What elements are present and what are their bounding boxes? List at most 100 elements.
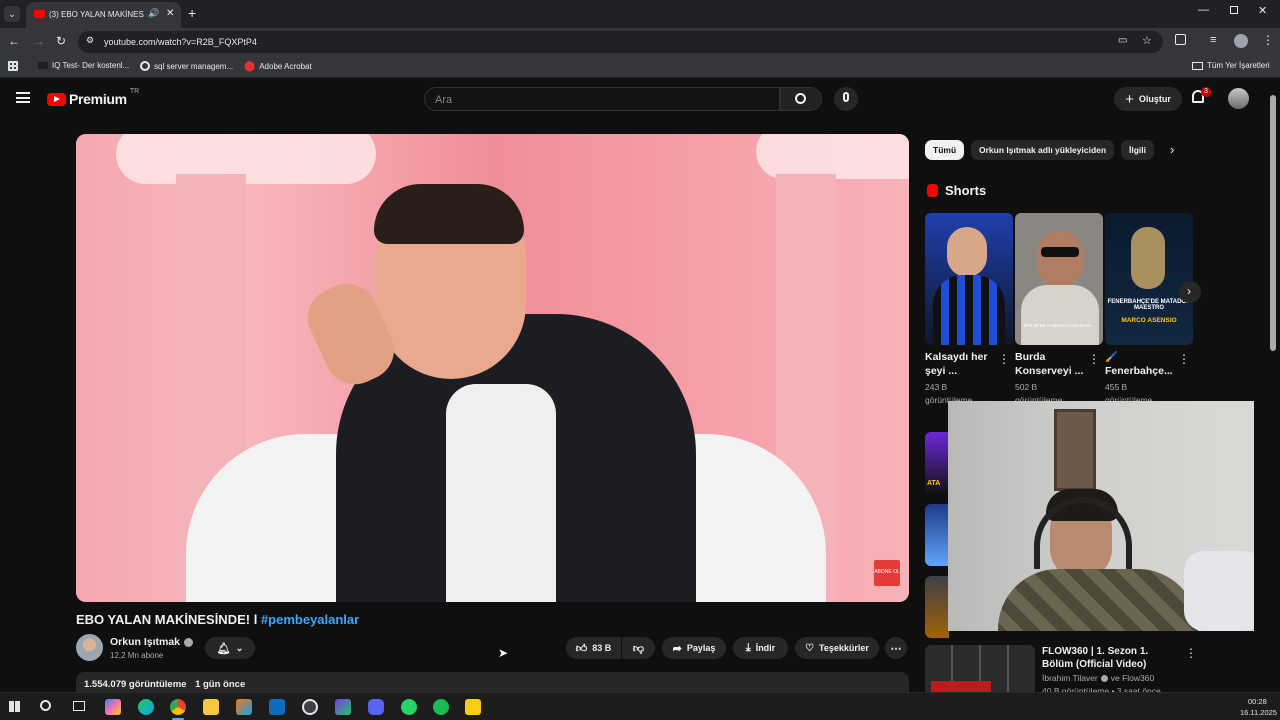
create-label: Oluştur <box>1138 94 1171 104</box>
watermark-label: ABONE OL <box>874 569 900 575</box>
chrome-icon[interactable] <box>170 699 186 715</box>
youtube-logo[interactable]: Premium TR <box>47 88 139 107</box>
short-thumbnail[interactable]: BAK 87'DE KABURGA DOLMASI... <box>1015 213 1103 345</box>
notes-icon[interactable] <box>465 699 481 715</box>
speaker-icon[interactable]: 🔊 <box>148 8 159 19</box>
store-icon[interactable] <box>236 699 252 715</box>
edge-icon[interactable] <box>138 699 154 715</box>
short-thumbnail[interactable]: FENERBAHÇE'DE MATADOR MAESTRO MARCO ASEN… <box>1105 213 1193 345</box>
browser-tab[interactable]: (3) EBO YALAN MAKİNESİNDE 🔊 ✕ <box>26 2 181 28</box>
dislike-button[interactable]: 👎︎ <box>622 637 655 659</box>
chrome-menu-icon[interactable]: ⋮ <box>1262 33 1274 47</box>
new-tab-button[interactable]: + <box>188 5 196 21</box>
channel-name[interactable]: Orkun Işıtmak <box>110 636 194 648</box>
extensions-icon[interactable] <box>1175 34 1186 45</box>
all-bookmarks[interactable]: Tüm Yer İşaretleri <box>1192 61 1270 70</box>
outlook-icon[interactable] <box>269 699 285 715</box>
rec-thumbnail[interactable]: ATA <box>925 432 949 494</box>
reload-icon[interactable]: ↻ <box>56 34 66 48</box>
media-control-icon[interactable]: ≡ <box>1210 34 1216 46</box>
all-bookmarks-label: Tüm Yer İşaretleri <box>1207 61 1270 70</box>
apps-grid-icon[interactable] <box>8 61 18 71</box>
spotify-icon[interactable] <box>433 699 449 715</box>
chevron-right-icon[interactable]: › <box>1170 142 1174 157</box>
verified-icon <box>1100 674 1108 682</box>
cast-icon[interactable]: ▭ <box>1118 35 1127 46</box>
account-avatar[interactable] <box>1228 88 1249 109</box>
whatsapp-icon[interactable] <box>401 699 417 715</box>
short-menu-icon[interactable]: ⋮ <box>1178 353 1190 365</box>
short-title[interactable]: Burda Konserveyi ... <box>1015 350 1085 378</box>
hashtag-link[interactable]: #pembeyalanlar <box>261 612 359 627</box>
search-icon[interactable] <box>40 700 51 711</box>
chip-all[interactable]: Tümü <box>925 140 965 160</box>
chip-from-uploader[interactable]: Orkun Işıtmak adlı yükleyiciden <box>971 140 1115 160</box>
video-player[interactable]: ABONE OL <box>76 134 909 602</box>
discord-icon[interactable] <box>368 699 384 715</box>
bookmark-item[interactable]: sql server managem... <box>140 61 233 71</box>
download-icon: ⤓ <box>745 641 751 654</box>
profile-avatar[interactable] <box>1234 34 1248 48</box>
rec-video-title[interactable]: FLOW360 | 1. Sezon 1. Bölüm (Official Vi… <box>1042 645 1172 671</box>
subscribed-button[interactable]: 🔔︎ ⌄ <box>205 637 255 659</box>
teams-icon[interactable] <box>335 699 351 715</box>
chevron-right-icon: › <box>1187 284 1191 298</box>
short-caption: MARCO ASENSIO <box>1121 317 1177 324</box>
back-icon[interactable]: ← <box>8 34 20 48</box>
file-explorer-icon[interactable] <box>203 699 219 715</box>
search-button[interactable] <box>780 87 822 111</box>
notifications-button[interactable]: 3 <box>1192 87 1211 103</box>
url-bar[interactable]: ⚙ youtube.com/watch?v=R2B_FQXPtP4 ▭ ☆ <box>78 31 1163 53</box>
forward-icon[interactable]: → <box>33 34 45 48</box>
chip-related[interactable]: İlgili <box>1121 140 1154 160</box>
tab-search-button[interactable]: ⌄ <box>4 6 20 22</box>
short-menu-icon[interactable]: ⋮ <box>1088 353 1100 365</box>
bookmark-label: Adobe Acrobat <box>259 62 312 71</box>
search-input[interactable]: Ara <box>424 87 780 111</box>
share-button[interactable]: ➦ Paylaş <box>662 637 726 659</box>
bookmark-star-icon[interactable]: ☆ <box>1142 34 1152 47</box>
task-view-icon[interactable] <box>73 701 85 711</box>
more-actions-button[interactable]: ⋯ <box>885 637 907 659</box>
rec-channel[interactable]: İbrahim Tilaver ve Flow360 <box>1042 673 1154 683</box>
short-view-count: 243 B <box>925 382 948 392</box>
short-menu-icon[interactable]: ⋮ <box>998 353 1010 365</box>
short-title[interactable]: 🖌️ Fenerbahçe... <box>1105 350 1175 378</box>
share-label: Paylaş <box>686 643 716 653</box>
short-title[interactable]: Kalsaydı her şeyi ... <box>925 350 995 378</box>
shorts-next-button[interactable]: › <box>1179 281 1201 303</box>
close-tab-icon[interactable]: ✕ <box>166 8 174 19</box>
page-scrollbar[interactable] <box>1270 95 1276 351</box>
view-count: 1.554.079 görüntüleme <box>84 679 187 690</box>
like-count: 83 B <box>592 643 612 653</box>
download-button[interactable]: ⤓ İndir <box>733 637 788 659</box>
more-icon: ⋯ <box>890 642 902 655</box>
snipping-tool-icon[interactable] <box>302 699 318 715</box>
start-windows-icon[interactable] <box>9 701 20 712</box>
restore-button[interactable] <box>1230 6 1238 14</box>
create-button[interactable]: + Oluştur <box>1114 87 1182 111</box>
minimize-button[interactable]: — <box>1198 4 1209 16</box>
rec-menu-icon[interactable]: ⋮ <box>1185 647 1197 659</box>
channel-avatar[interactable] <box>76 634 103 661</box>
site-info-icon[interactable]: ⚙ <box>86 35 94 46</box>
rec-video-thumbnail[interactable] <box>925 645 1035 692</box>
short-view-count: 455 B <box>1105 382 1128 392</box>
bookmark-item[interactable]: ⬤ Adobe Acrobat <box>244 61 312 72</box>
close-window-button[interactable]: ✕ <box>1258 4 1267 17</box>
bookmark-item[interactable]: IQ Test- Der kostenl... <box>38 61 129 70</box>
rec-thumbnail[interactable] <box>925 576 949 638</box>
subscribe-watermark[interactable]: ABONE OL <box>874 560 900 586</box>
like-button[interactable]: 👍︎ 83 B <box>566 637 621 659</box>
rec-caption: ATA <box>927 480 941 487</box>
clock-time[interactable]: 00:28 <box>1248 697 1267 706</box>
clock-date[interactable]: 16.11.2025 <box>1240 708 1277 717</box>
rec-channel-name: İbrahim Tilaver <box>1042 673 1098 683</box>
video-title: EBO YALAN MAKİNESİNDE! l #pembeyalanlar <box>76 612 359 627</box>
hamburger-menu-icon[interactable] <box>16 92 30 103</box>
short-thumbnail[interactable] <box>925 213 1013 345</box>
thanks-button[interactable]: ♡ Teşekkürler <box>795 637 879 659</box>
voice-search-button[interactable] <box>834 87 858 111</box>
copilot-icon[interactable] <box>105 699 121 715</box>
rec-thumbnail[interactable] <box>925 504 949 566</box>
